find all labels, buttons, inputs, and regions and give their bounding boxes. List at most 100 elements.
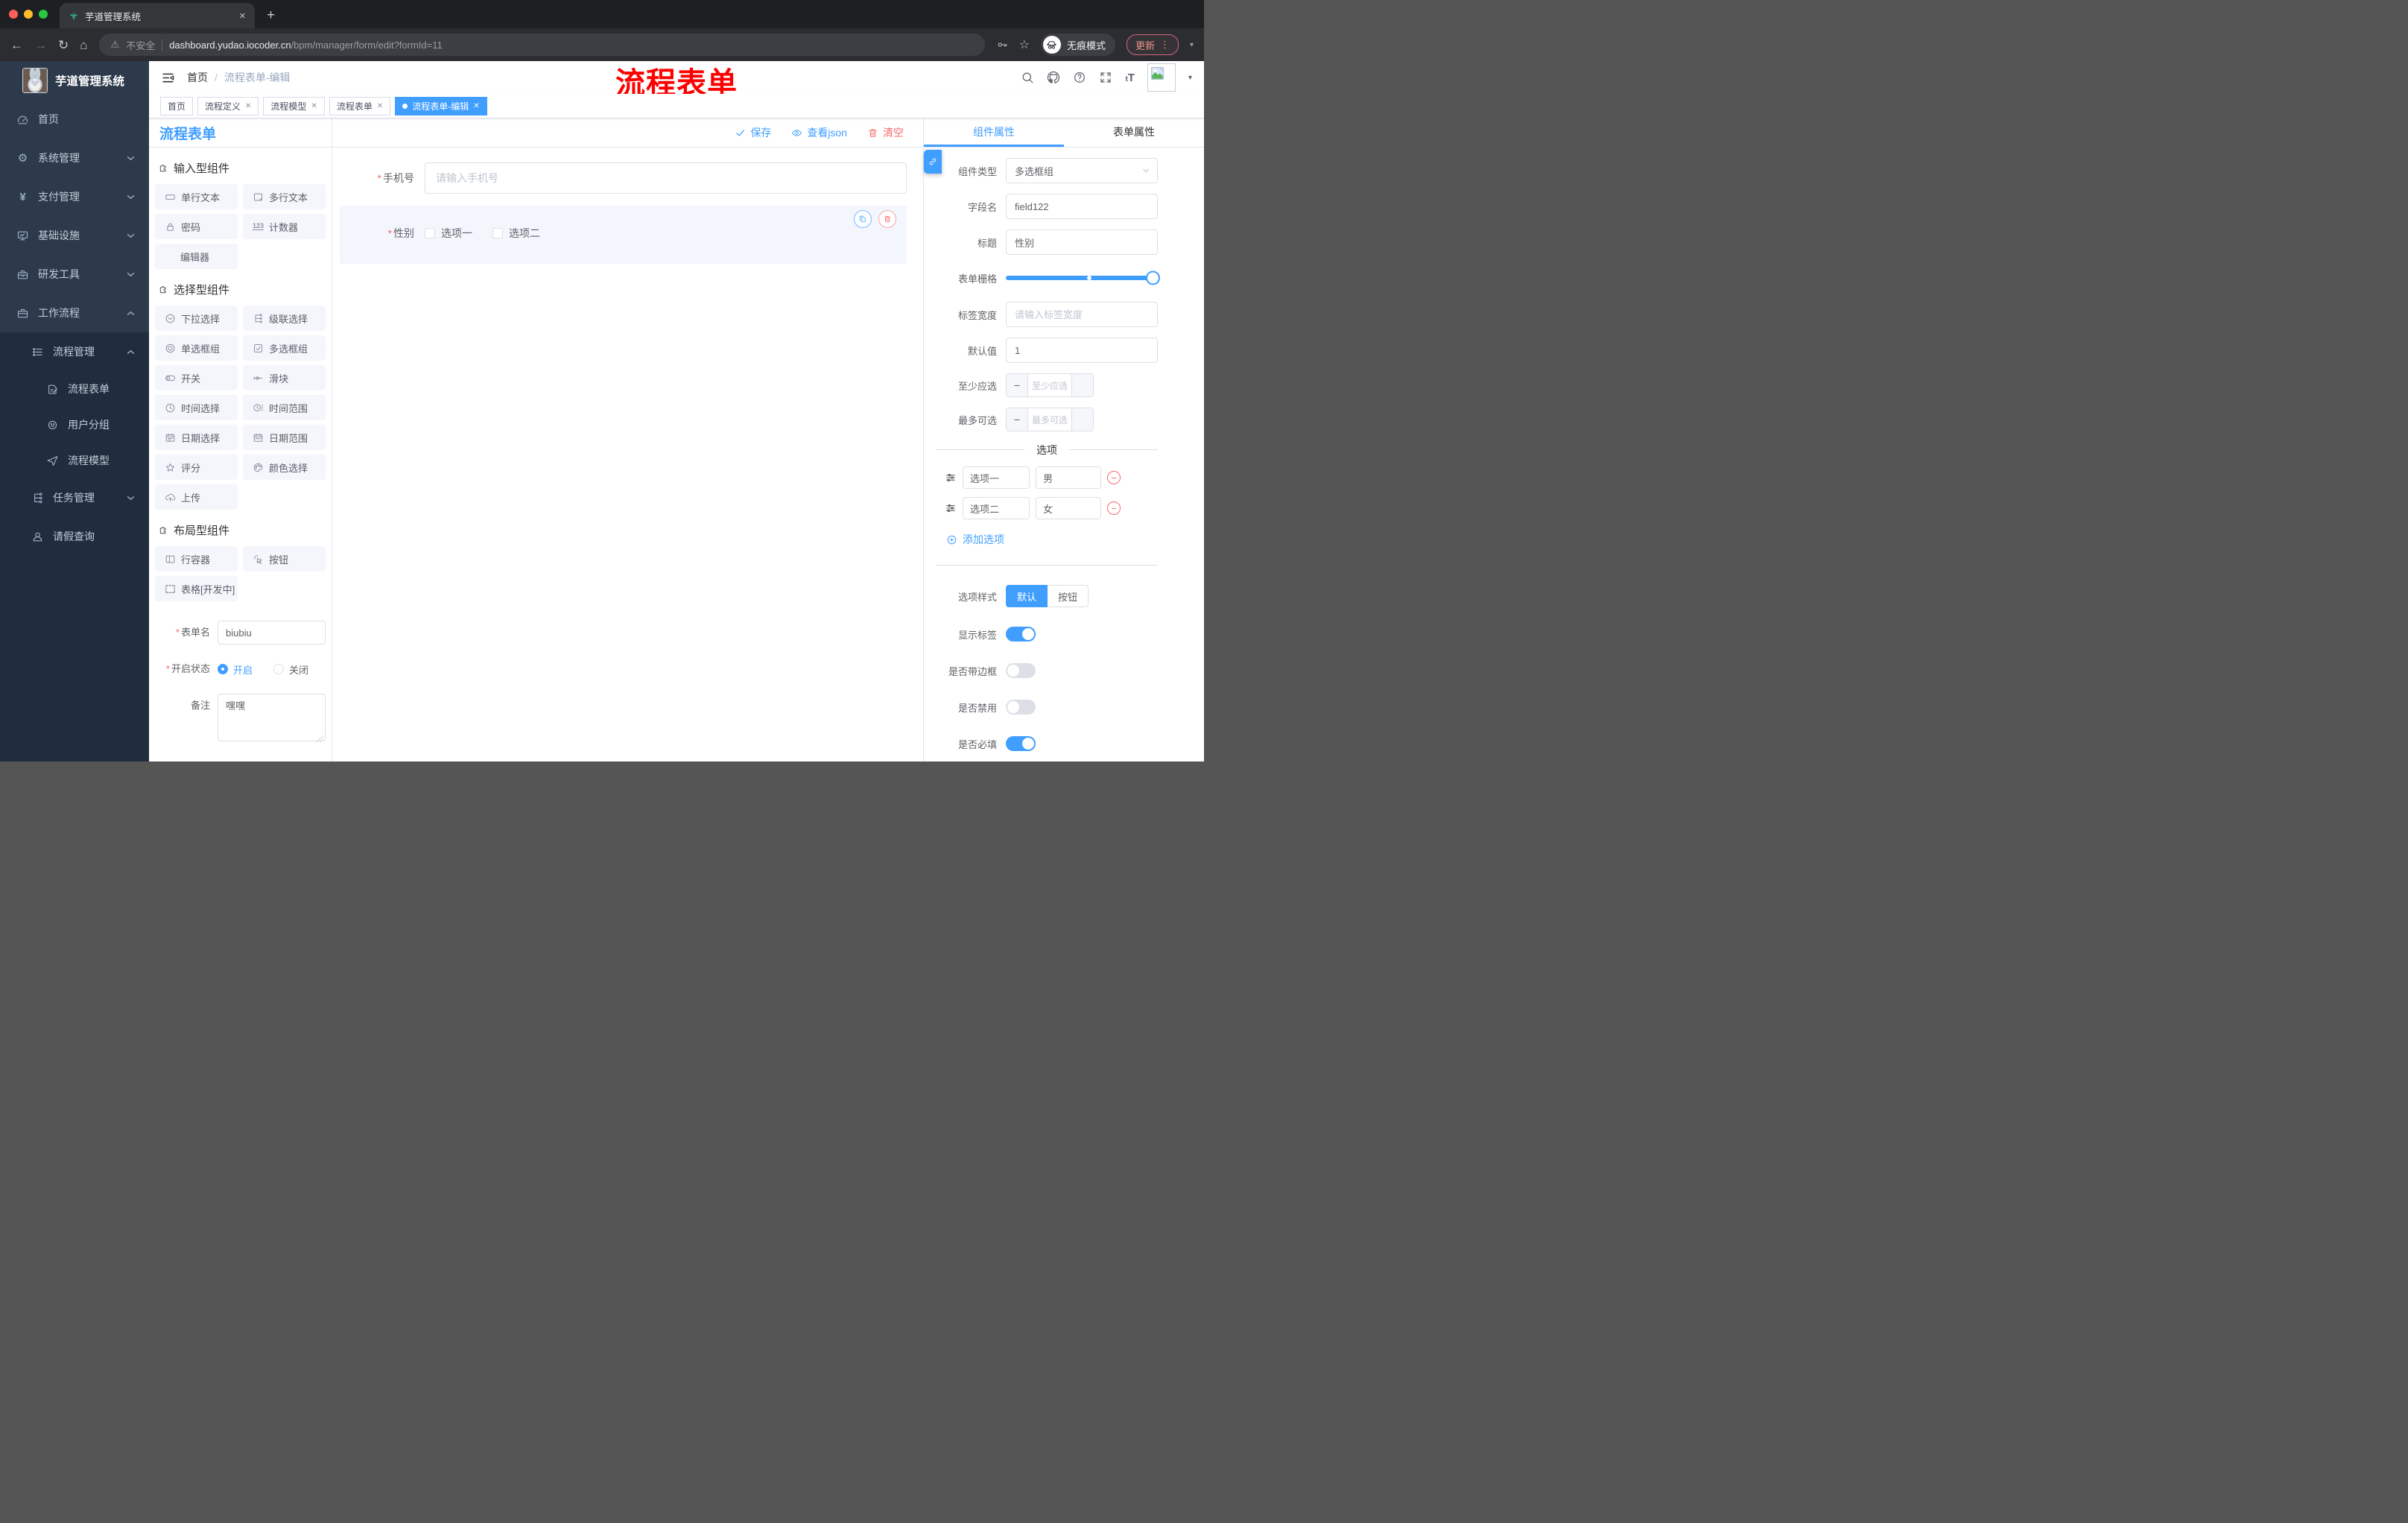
palette-item-color-picker[interactable]: 颜色选择	[243, 455, 326, 480]
palette-item-dropdown-select[interactable]: 下拉选择	[155, 305, 238, 331]
palette-item-cascader[interactable]: 级联选择	[243, 305, 326, 331]
password-key-icon[interactable]	[996, 39, 1008, 51]
title-input[interactable]	[1006, 229, 1158, 255]
save-button[interactable]: 保存	[735, 125, 771, 140]
form-name-input[interactable]	[218, 621, 326, 645]
checkbox-box[interactable]	[425, 228, 435, 238]
status-radio-off[interactable]: 关闭	[273, 662, 308, 677]
disabled-toggle[interactable]	[1006, 700, 1036, 715]
search-icon[interactable]	[1021, 71, 1034, 84]
font-size-icon[interactable]: tT	[1125, 72, 1135, 84]
reload-icon[interactable]: ↻	[58, 39, 69, 51]
option-2-name-input[interactable]	[963, 497, 1030, 519]
sidebar-item-system[interactable]: ⚙ 系统管理	[0, 139, 149, 177]
tab-close-icon[interactable]: ✕	[239, 11, 246, 21]
remove-option-button[interactable]: −	[1107, 501, 1121, 515]
stepper-decrease-button[interactable]: −	[1007, 374, 1027, 396]
default-value-input[interactable]	[1006, 338, 1158, 363]
add-option-button[interactable]: 添加选项	[946, 532, 1158, 547]
stepper-increase-button[interactable]	[1072, 408, 1093, 431]
palette-item-radio-group[interactable]: 单选框组	[155, 335, 238, 361]
tab-component-props[interactable]: 组件属性	[924, 118, 1064, 147]
forward-icon[interactable]: →	[34, 39, 47, 51]
sidebar-item-home[interactable]: 首页	[0, 100, 149, 139]
palette-item-rate[interactable]: 评分	[155, 455, 238, 480]
tab-form-props[interactable]: 表单属性	[1064, 118, 1204, 147]
page-tab-process-definition[interactable]: 流程定义 ✕	[197, 96, 259, 115]
avatar[interactable]	[1147, 63, 1176, 92]
sidebar-item-user-group[interactable]: 用户分组	[0, 407, 149, 443]
palette-item-row-container[interactable]: 行容器	[155, 546, 238, 571]
palette-item-time-picker[interactable]: 时间选择	[155, 395, 238, 420]
fullscreen-icon[interactable]	[1099, 71, 1112, 84]
canvas-field-phone[interactable]: * 手机号	[340, 162, 907, 194]
clear-button[interactable]: 清空	[867, 125, 904, 140]
stepper-value[interactable]: 至少应选	[1027, 374, 1072, 396]
palette-item-multi-line-text[interactable]: 多行文本	[243, 184, 326, 209]
browser-update-button[interactable]: 更新 ⋮	[1126, 34, 1179, 55]
slider-handle[interactable]	[1146, 270, 1160, 285]
window-zoom-button[interactable]	[39, 10, 48, 19]
canvas-field-gender-selected[interactable]: * 性别 选项一 选项二	[340, 206, 907, 264]
stepper-increase-button[interactable]	[1072, 374, 1093, 396]
home-icon[interactable]: ⌂	[80, 39, 87, 51]
stepper-value[interactable]: 最多可选	[1027, 408, 1072, 431]
toolbar-caret-icon[interactable]: ▾	[1190, 41, 1194, 49]
link-tab-button[interactable]	[924, 150, 942, 174]
textarea-resize-handle[interactable]	[317, 735, 323, 742]
window-close-button[interactable]	[9, 10, 18, 19]
palette-item-checkbox-group[interactable]: 多选框组	[243, 335, 326, 361]
border-toggle[interactable]	[1006, 663, 1036, 678]
option-2-value-input[interactable]	[1036, 497, 1101, 519]
tab-close-icon[interactable]: ✕	[473, 102, 479, 110]
sidebar-item-payment[interactable]: ¥ 支付管理	[0, 177, 149, 216]
sidebar-item-workflow[interactable]: 工作流程	[0, 294, 149, 332]
avatar-caret-icon[interactable]: ▾	[1188, 74, 1192, 82]
tab-close-icon[interactable]: ✕	[311, 102, 317, 110]
field-name-input[interactable]	[1006, 194, 1158, 219]
back-icon[interactable]: ←	[10, 39, 23, 51]
palette-item-table-wip[interactable]: 表格[开发中]	[155, 576, 238, 601]
tab-close-icon[interactable]: ✕	[245, 102, 251, 110]
checkbox-box[interactable]	[492, 228, 503, 238]
form-remark-textarea[interactable]: 嘿嘿	[218, 694, 326, 741]
palette-item-date-range[interactable]: 日期范围	[243, 425, 326, 450]
page-tab-process-model[interactable]: 流程模型 ✕	[263, 96, 325, 115]
delete-field-button[interactable]	[878, 210, 896, 228]
show-label-toggle[interactable]	[1006, 627, 1036, 642]
drag-handle-icon[interactable]	[945, 472, 957, 484]
new-tab-button[interactable]: +	[267, 8, 275, 22]
view-json-button[interactable]: 查看json	[791, 125, 847, 140]
status-radio-on[interactable]: 开启	[218, 662, 253, 677]
component-type-select[interactable]	[1006, 158, 1158, 183]
palette-item-switch[interactable]: 开关	[155, 365, 238, 390]
palette-item-editor[interactable]: 编辑器	[155, 244, 238, 269]
palette-item-password[interactable]: 密码	[155, 214, 238, 239]
sidebar-item-infrastructure[interactable]: 基础设施	[0, 216, 149, 255]
palette-item-slider[interactable]: 滑块	[243, 365, 326, 390]
page-tab-home[interactable]: 首页	[160, 96, 194, 115]
sidebar-item-task-management[interactable]: 任务管理	[0, 478, 149, 517]
bookmark-star-icon[interactable]: ☆	[1019, 37, 1030, 52]
window-minimize-button[interactable]	[24, 10, 33, 19]
style-default-button[interactable]: 默认	[1006, 585, 1048, 607]
style-button-button[interactable]: 按钮	[1048, 585, 1089, 607]
phone-input[interactable]	[425, 162, 907, 194]
gender-option-1[interactable]: 选项一	[425, 226, 472, 241]
option-1-value-input[interactable]	[1036, 466, 1101, 489]
github-icon[interactable]	[1047, 71, 1060, 84]
browser-menu-kebab-icon[interactable]: ⋮	[1160, 39, 1170, 51]
form-grid-slider[interactable]	[1006, 265, 1160, 291]
help-icon[interactable]	[1073, 71, 1086, 84]
label-width-input[interactable]	[1006, 302, 1158, 327]
sidebar-collapse-icon[interactable]	[161, 71, 175, 85]
palette-item-date-picker[interactable]: 日期选择	[155, 425, 238, 450]
gender-option-2[interactable]: 选项二	[492, 226, 540, 241]
drag-handle-icon[interactable]	[945, 502, 957, 514]
browser-tab[interactable]: 芋道管理系统 ✕	[60, 3, 255, 28]
remove-option-button[interactable]: −	[1107, 471, 1121, 484]
palette-item-button[interactable]: 按钮	[243, 546, 326, 571]
duplicate-field-button[interactable]	[854, 210, 872, 228]
sidebar-item-process-form[interactable]: 流程表单	[0, 371, 149, 407]
slider-track[interactable]	[1006, 276, 1158, 280]
